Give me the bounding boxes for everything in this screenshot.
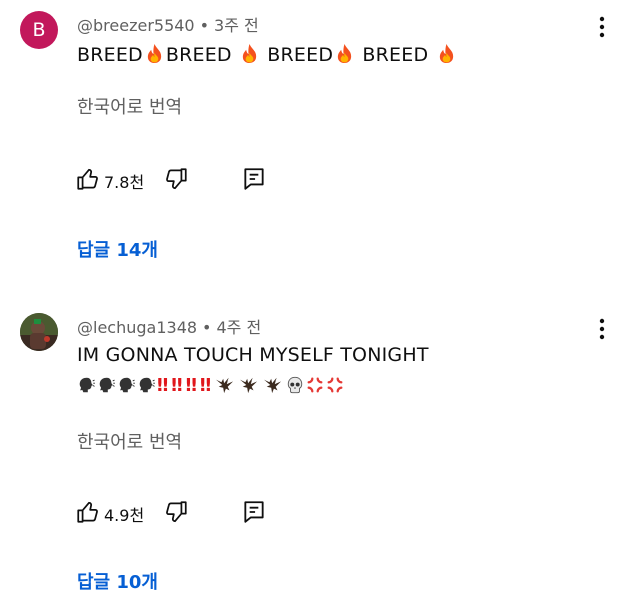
speaking-head-icon: [137, 376, 155, 394]
thumbs-down-icon[interactable]: [163, 499, 189, 525]
avatar[interactable]: B: [20, 11, 58, 49]
double-exclamation-icon: ‼: [171, 375, 182, 396]
more-vert-icon[interactable]: [595, 316, 609, 342]
double-exclamation-icon: ‼: [157, 375, 168, 396]
avatar[interactable]: [20, 313, 58, 351]
author-handle[interactable]: @lechuga1348: [77, 318, 197, 337]
fire-icon: [437, 43, 456, 64]
comment-word: BREED: [362, 44, 429, 66]
eagle-icon: [262, 376, 284, 394]
comment-word: BREED: [77, 44, 143, 66]
comment-word: BREED: [267, 44, 334, 66]
fire-icon: [240, 43, 259, 64]
view-replies-button[interactable]: 답글 10개: [77, 568, 158, 594]
like-count: 7.8천: [104, 173, 145, 192]
skull-icon: [286, 376, 304, 394]
fire-icon: [335, 43, 354, 64]
eagle-icon: [214, 376, 236, 394]
avatar-photo-icon: [20, 313, 58, 351]
meta-separator: •: [202, 318, 212, 337]
comment-meta: @breezer5540 • 3주 전: [77, 12, 259, 36]
comment-text: BREED BREED BREED BREED: [77, 43, 458, 66]
speaking-head-icon: [97, 376, 115, 394]
double-exclamation-icon: ‼: [185, 375, 197, 396]
double-exclamation-icon: ‼: [199, 375, 211, 396]
thumbs-up-icon[interactable]: [75, 166, 101, 192]
comment-meta: @lechuga1348 • 4주 전: [77, 314, 261, 338]
comment-2: @lechuga1348 • 4주 전 IM GONNA TOUCH MYSELF …: [0, 300, 640, 598]
view-replies-button[interactable]: 답글 14개: [77, 236, 158, 262]
speaking-head-icon: [117, 376, 135, 394]
translate-link[interactable]: 한국어로 번역: [77, 428, 182, 454]
meta-separator: •: [199, 16, 210, 35]
emoji-line: ‼ ‼ ‼ ‼: [77, 374, 346, 398]
comment-actions: 7.8천: [75, 166, 295, 194]
eagle-icon: [238, 376, 260, 394]
anger-icon: [306, 376, 324, 394]
comment-1: B @breezer5540 • 3주 전 BREED BREED BREED BRE…: [0, 0, 640, 290]
anger-icon: [326, 376, 344, 394]
thumbs-up-icon[interactable]: [75, 499, 101, 525]
reply-icon[interactable]: [241, 499, 267, 525]
comment-actions: 4.9천: [75, 499, 295, 527]
more-vert-icon[interactable]: [595, 14, 609, 40]
like-count: 4.9천: [104, 506, 145, 525]
timestamp[interactable]: 3주 전: [214, 16, 259, 35]
timestamp[interactable]: 4주 전: [216, 318, 261, 337]
comment-text: IM GONNA TOUCH MYSELF TONIGHT: [77, 344, 429, 366]
translate-link[interactable]: 한국어로 번역: [77, 93, 182, 119]
author-handle[interactable]: @breezer5540: [77, 16, 195, 35]
speaking-head-icon: [77, 376, 95, 394]
comment-word: BREED: [165, 44, 232, 66]
reply-icon[interactable]: [241, 166, 267, 192]
thumbs-down-icon[interactable]: [163, 166, 189, 192]
fire-icon: [145, 43, 164, 64]
